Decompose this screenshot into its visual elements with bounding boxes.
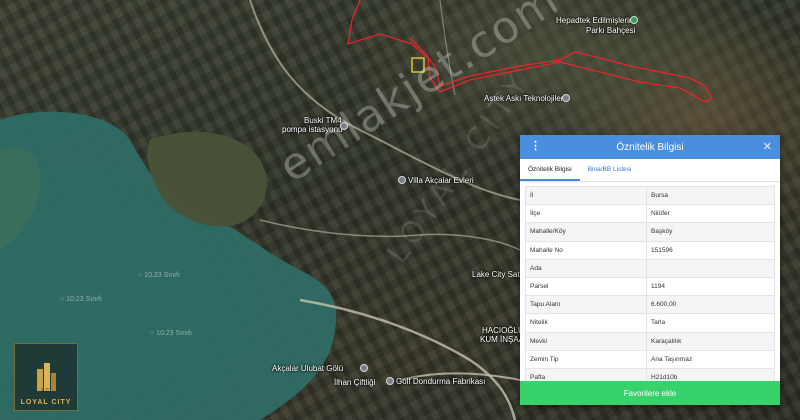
villa-pin-icon[interactable] <box>398 176 406 184</box>
panel-title: Öznitelik Bilgisi <box>616 141 684 153</box>
table-row: Zemin Tip Ana Taşınmaz <box>525 349 775 369</box>
attribute-info-panel: ⋮ Öznitelik Bilgisi ✕ Öznitelik Bilgisi … <box>520 135 780 405</box>
attribute-value: 6.600,00 <box>646 295 775 315</box>
attribute-key: İl <box>525 185 647 206</box>
place-pin-icon[interactable] <box>360 364 368 372</box>
attribute-value <box>646 258 775 278</box>
table-row: Ada <box>525 258 775 278</box>
table-row: Nitelik Tarla <box>525 313 775 333</box>
table-row: Mahalle/Köy Başköy <box>525 222 775 242</box>
map-label-dondurma[interactable]: Golf Dondurma Fabrikası <box>396 377 485 386</box>
attribute-key: Mahalle/Köy <box>525 222 647 242</box>
business-pin-icon[interactable] <box>562 94 570 102</box>
table-row: Parsel 1194 <box>525 276 775 297</box>
table-row: Tapu Alanı 6.600,00 <box>525 295 775 315</box>
attribute-key: İlçe <box>525 204 647 224</box>
attribute-value: 151596 <box>646 240 775 260</box>
map-label-golu[interactable]: Akçalar Ulubat Gölü <box>272 364 343 373</box>
add-to-favorites-button[interactable]: Favorilere ekle <box>520 381 780 405</box>
panel-header: ⋮ Öznitelik Bilgisi ✕ <box>520 135 780 159</box>
attribute-key: Ada <box>525 258 647 278</box>
attribute-key: Mevki <box>525 331 647 351</box>
building-logo-icon: L.C. <box>37 363 56 394</box>
attribute-key: Nitelik <box>525 313 647 333</box>
attribute-value: Başköy <box>646 222 775 242</box>
map-label-dim: ○ 10.23 Sınıfı <box>138 272 180 279</box>
menu-icon[interactable]: ⋮ <box>530 141 541 152</box>
loyal-city-logo: L.C. LOYAL CITY <box>14 343 78 411</box>
map-label-park[interactable]: Parkı Bahçesi <box>586 26 635 35</box>
table-row: İlçe Nilüfer <box>525 204 775 224</box>
attribute-table: İl Bursa İlçe Nilüfer Mahalle/Köy Başköy Mahal… <box>525 185 775 388</box>
attribute-value: 1194 <box>646 276 775 297</box>
table-row: İl Bursa <box>525 185 775 206</box>
table-row: Mahalle No 151596 <box>525 240 775 260</box>
attribute-value: Bursa <box>646 185 775 206</box>
attribute-value: Ana Taşınmaz <box>646 349 775 369</box>
logo-mark-text: L.C. <box>41 388 50 394</box>
map-label-dim: ○ 10.23 Sınıfı <box>60 296 102 303</box>
tab-attribute-info[interactable]: Öznitelik Bilgisi <box>520 159 580 181</box>
park-pin-icon[interactable] <box>630 16 638 24</box>
attribute-key: Zemin Tip <box>525 349 647 369</box>
map-label-dim: ○ 10.23 Sınıfı <box>150 330 192 337</box>
map-label-ciftligi[interactable]: İlhan Çiftliği <box>334 378 375 387</box>
attribute-value: Karaçalılık <box>646 331 775 351</box>
factory-pin-icon[interactable] <box>386 377 394 385</box>
attribute-key: Parsel <box>525 276 647 297</box>
attribute-value: Nilüfer <box>646 204 775 224</box>
table-row: Mevki Karaçalılık <box>525 331 775 351</box>
map-label-lake-city[interactable]: Lake City Satış <box>472 270 526 279</box>
logo-text: LOYAL CITY <box>20 399 72 406</box>
close-icon[interactable]: ✕ <box>763 140 772 153</box>
map-label-hacioglu[interactable]: HACIOĞLU <box>482 326 524 335</box>
tab-building-list[interactable]: Bina/BB Listesi <box>580 159 640 181</box>
attribute-key: Mahalle No <box>525 240 647 260</box>
attribute-key: Tapu Alanı <box>525 295 647 315</box>
attribute-value: Tarla <box>646 313 775 333</box>
panel-tabs: Öznitelik Bilgisi Bina/BB Listesi <box>520 159 780 182</box>
